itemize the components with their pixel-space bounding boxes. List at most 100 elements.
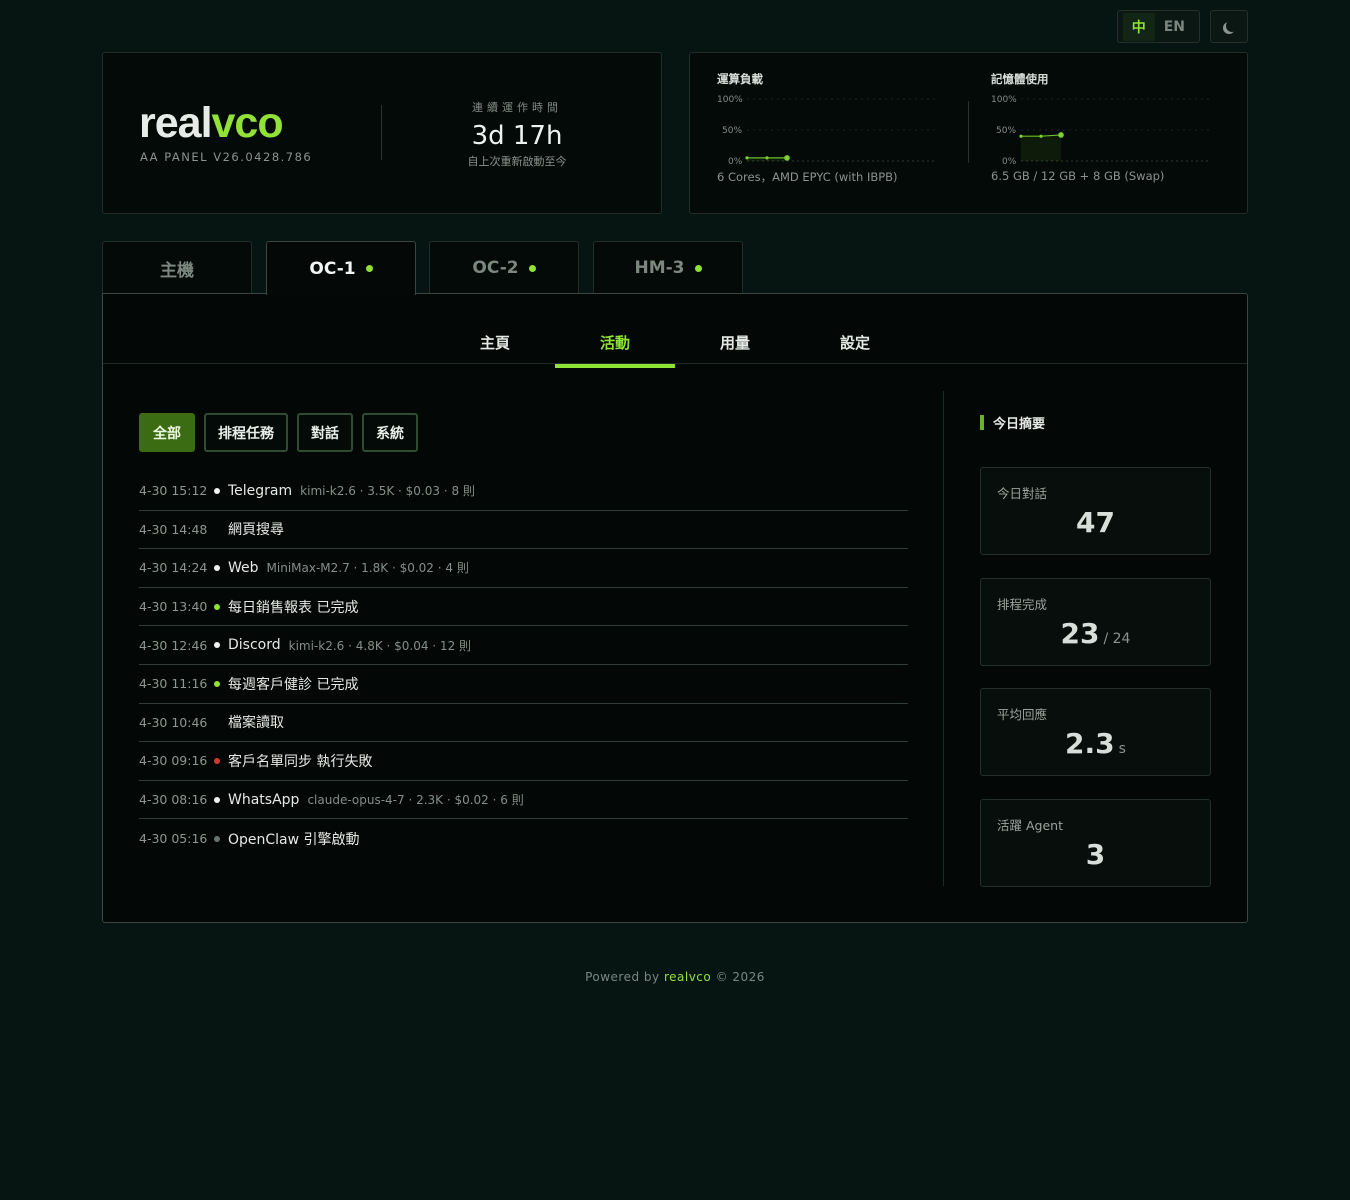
uptime-block: 連續運作時間 3d 17h 自上次重新啟動至今 (399, 99, 635, 169)
sparkline-point (1058, 132, 1064, 138)
brand-card: realvco AA PANEL V26.0428.786 連續運作時間 3d … (102, 52, 662, 214)
activity-time: 4-30 08:16 (139, 792, 208, 808)
sub-tab-1[interactable]: 活動 (555, 332, 675, 368)
online-status-dot (365, 265, 373, 272)
summary-label: 排程完成 (997, 597, 1048, 612)
status-dot (214, 835, 220, 842)
activity-time: 4-30 11:16 (139, 676, 208, 692)
summary-label: 活躍 Agent (997, 818, 1063, 833)
activity-row[interactable]: 4-30 11:16 每週客戶健診 已完成 (139, 665, 908, 704)
filter-bar: 全部 排程任務 對話 系統 (139, 413, 418, 452)
host-tab-label: OC-1 (309, 258, 356, 279)
footer-brand-link[interactable]: realvco (664, 970, 711, 984)
main-panel: 主頁 活動 用量 設定 全部 排程任務 對話 系統 4-30 15:12 Telegram ki… (102, 293, 1248, 923)
memory-sparkline: 100% 50% 0% (991, 95, 1211, 165)
filter-button-0[interactable]: 全部 (139, 413, 195, 452)
activity-time: 4-30 09:16 (139, 753, 208, 769)
lang-zh-button[interactable]: 中 (1122, 12, 1155, 41)
uptime-value: 3d 17h (471, 121, 563, 151)
sparkline-point (745, 156, 749, 160)
axis-tick-label: 50% (996, 126, 1016, 136)
activity-title: Web (228, 559, 259, 576)
host-tab-hm-3[interactable]: HM-3 (593, 241, 743, 294)
filter-button-3[interactable]: 系統 (362, 413, 418, 452)
summary-number: 2.3 (1065, 727, 1115, 760)
sub-tab-2[interactable]: 用量 (675, 332, 795, 363)
sparkline-point (1039, 134, 1043, 138)
sub-tab-bar: 主頁 活動 用量 設定 (103, 294, 1247, 368)
activity-row[interactable]: 4-30 14:24 Web MiniMax-M2.7 · 1.8K · $0.02… (139, 549, 908, 588)
cpu-info: 6 Cores，AMD EPYC (with IBPB) (717, 170, 898, 184)
summary-card-3: 活躍 Agent 3 (980, 799, 1211, 887)
system-stats-card: 運算負載 100% 50% 0% 6 Cores，AMD EPYC (with IB… (689, 52, 1248, 214)
activity-title: 網頁搜尋 (228, 522, 284, 539)
host-tab-label: HM-3 (634, 258, 685, 278)
activity-row[interactable]: 4-30 08:16 WhatsApp claude-opus-4-7 · 2.3K… (139, 781, 908, 820)
activity-meta: kimi-k2.6 · 4.8K · $0.04 · 12 則 (288, 638, 472, 653)
sub-tab-3[interactable]: 設定 (795, 332, 915, 363)
memory-title: 記憶體使用 (991, 72, 1049, 86)
summary-label: 今日對話 (997, 486, 1048, 501)
host-tab-主機[interactable]: 主機 (102, 241, 252, 294)
footer: Powered by realvco © 2026 (585, 970, 765, 984)
activity-title: Telegram (228, 482, 293, 499)
axis-tick-label: 50% (722, 126, 742, 136)
uptime-subtitle: 自上次重新啟動至今 (467, 155, 567, 168)
version-text: AA PANEL V26.0428.786 (140, 150, 313, 164)
activity-row[interactable]: 4-30 12:46 Discord kimi-k2.6 · 4.8K · $0.0… (139, 626, 908, 665)
activity-title: OpenClaw 引擎啟動 (228, 831, 360, 848)
summary-number: 23 (1060, 617, 1100, 650)
summary-card-1: 排程完成 23/ 24 (980, 578, 1211, 666)
summary-unit: / 24 (1103, 631, 1131, 647)
host-tab-oc-2[interactable]: OC-2 (429, 241, 579, 294)
divider (968, 101, 969, 163)
activity-meta: kimi-k2.6 · 3.5K · $0.03 · 8 則 (300, 484, 475, 499)
axis-tick-label: 0% (728, 157, 743, 165)
summary-value: 3 (981, 838, 1210, 871)
language-switcher: 中 EN (1116, 10, 1200, 43)
status-dot (214, 487, 220, 494)
activity-time: 4-30 10:46 (139, 714, 208, 730)
online-status-dot (694, 264, 702, 272)
activity-time: 4-30 05:16 (139, 831, 208, 847)
summary-value: 47 (981, 506, 1210, 539)
sparkline-point (1019, 134, 1023, 138)
status-dot (214, 526, 220, 532)
online-status-dot (528, 264, 536, 272)
activity-time: 4-30 14:48 (139, 521, 208, 537)
cpu-title: 運算負載 (717, 72, 763, 86)
status-dot (214, 642, 220, 649)
activity-title: 檔案讀取 (228, 715, 284, 732)
sub-tab-0[interactable]: 主頁 (435, 332, 555, 363)
activity-row[interactable]: 4-30 15:12 Telegram kimi-k2.6 · 3.5K · $0.… (139, 472, 908, 511)
theme-toggle-button[interactable] (1210, 10, 1248, 43)
activity-row[interactable]: 4-30 13:40 每日銷售報表 已完成 (139, 588, 908, 627)
moon-icon (1226, 20, 1238, 32)
sparkline-area (1021, 134, 1061, 161)
sparkline-point (765, 156, 769, 160)
activity-time: 4-30 15:12 (139, 483, 208, 499)
summary-label: 平均回應 (997, 707, 1048, 722)
activity-time: 4-30 14:24 (139, 560, 208, 576)
activity-row[interactable]: 4-30 09:16 客戶名單同步 執行失敗 (139, 742, 908, 781)
sparkline-point (784, 155, 790, 161)
host-tab-label: 主機 (160, 260, 194, 281)
divider (381, 105, 382, 160)
activity-row[interactable]: 4-30 05:16 OpenClaw 引擎啟動 (139, 819, 908, 858)
memory-info: 6.5 GB / 12 GB + 8 GB (Swap) (991, 169, 1165, 183)
filter-button-2[interactable]: 對話 (297, 413, 353, 452)
host-tab-oc-1[interactable]: OC-1 (266, 241, 416, 295)
status-dot (214, 757, 220, 764)
filter-button-1[interactable]: 排程任務 (204, 413, 288, 452)
activity-time: 4-30 12:46 (139, 637, 208, 653)
lang-en-button[interactable]: EN (1155, 15, 1194, 39)
logo: realvco (139, 99, 284, 147)
activity-row[interactable]: 4-30 10:46 檔案讀取 (139, 704, 908, 743)
status-dot (214, 796, 220, 803)
activity-row[interactable]: 4-30 14:48 網頁搜尋 (139, 511, 908, 550)
activity-title: 每週客戶健診 已完成 (228, 676, 359, 693)
activity-title: WhatsApp (228, 791, 300, 808)
axis-tick-label: 100% (991, 95, 1017, 105)
host-tab-label: OC-2 (472, 258, 519, 278)
title-accent-bar (980, 415, 984, 430)
